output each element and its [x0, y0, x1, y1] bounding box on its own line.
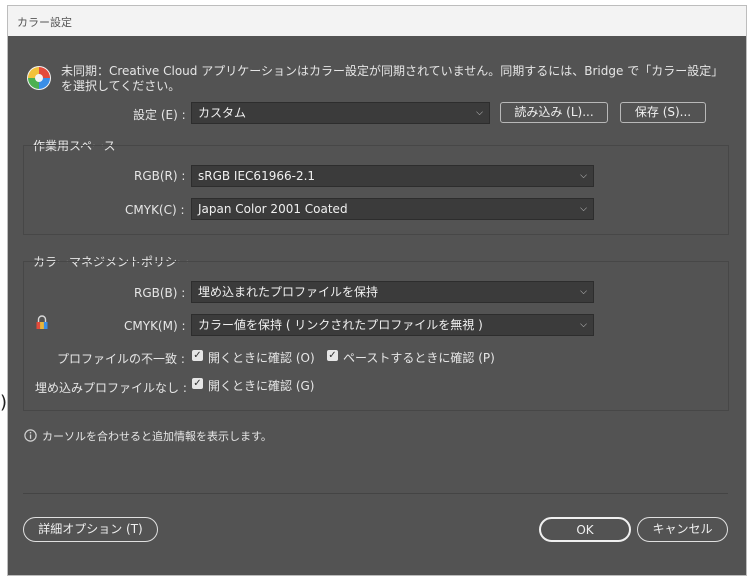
policy-cmyk-label: CMYK(M) :	[124, 319, 186, 333]
policy-rgb-value: 埋め込まれたプロファイルを保持	[198, 285, 379, 299]
ask-when-opening-label: 開くときに確認 (O)	[208, 351, 315, 365]
chevron-down-icon: ⌵	[580, 320, 587, 330]
ws-cmyk-dropdown[interactable]: Japan Color 2001 Coated ⌵	[191, 198, 594, 220]
chevron-down-icon: ⌵	[580, 204, 587, 214]
lock-icon	[36, 315, 48, 329]
cancel-button[interactable]: キャンセル	[637, 517, 728, 542]
footer-divider	[23, 493, 728, 494]
advanced-options-button[interactable]: 詳細オプション (T)	[23, 517, 158, 542]
save-button[interactable]: 保存 (S)...	[620, 102, 706, 123]
info-text: カーソルを合わせると追加情報を表示します。	[42, 430, 272, 443]
color-wheel-icon	[27, 66, 51, 90]
ws-rgb-label: RGB(R) :	[134, 169, 186, 183]
load-button[interactable]: 読み込み (L)...	[500, 102, 608, 123]
color-settings-dialog: カラー設定 未同期：Creative Cloud アプリケーションはカラー設定が…	[7, 5, 747, 576]
ws-rgb-value: sRGB IEC61966-2.1	[198, 169, 316, 183]
chevron-down-icon: ⌵	[580, 287, 587, 297]
ask-when-opening-checkbox[interactable]: ✓	[192, 350, 203, 361]
settings-value: カスタム	[198, 106, 247, 120]
sync-warning-line2: を選択してください。	[61, 79, 181, 93]
ws-cmyk-label: CMYK(C) :	[125, 203, 185, 217]
ws-cmyk-value: Japan Color 2001 Coated	[198, 202, 348, 216]
title-bar: カラー設定	[8, 6, 746, 36]
working-spaces-group	[23, 145, 729, 235]
missing-profile-label: 埋め込みプロファイルなし :	[35, 381, 187, 395]
policy-cmyk-value: カラー値を保持 ( リンクされたプロファイルを無視 )	[198, 318, 483, 332]
ok-button[interactable]: OK	[539, 517, 631, 542]
chevron-down-icon: ⌵	[580, 171, 587, 181]
chevron-down-icon: ⌵	[476, 108, 483, 118]
info-icon	[24, 429, 37, 442]
policy-rgb-label: RGB(B) :	[134, 286, 186, 300]
profile-mismatch-label: プロファイルの不一致 :	[57, 352, 185, 366]
stray-glyph: )	[0, 392, 8, 413]
settings-dropdown[interactable]: カスタム ⌵	[191, 102, 490, 124]
missing-ask-when-opening-label: 開くときに確認 (G)	[208, 379, 315, 393]
policy-rgb-dropdown[interactable]: 埋め込まれたプロファイルを保持 ⌵	[191, 281, 594, 303]
policy-cmyk-dropdown[interactable]: カラー値を保持 ( リンクされたプロファイルを無視 ) ⌵	[191, 314, 594, 336]
ask-when-pasting-checkbox[interactable]: ✓	[327, 350, 338, 361]
ask-when-pasting-label: ペーストするときに確認 (P)	[343, 351, 495, 365]
window-title: カラー設定	[17, 16, 72, 29]
ws-rgb-dropdown[interactable]: sRGB IEC61966-2.1 ⌵	[191, 165, 594, 187]
settings-label: 設定 (E) :	[133, 108, 186, 122]
missing-ask-when-opening-checkbox[interactable]: ✓	[192, 378, 203, 389]
